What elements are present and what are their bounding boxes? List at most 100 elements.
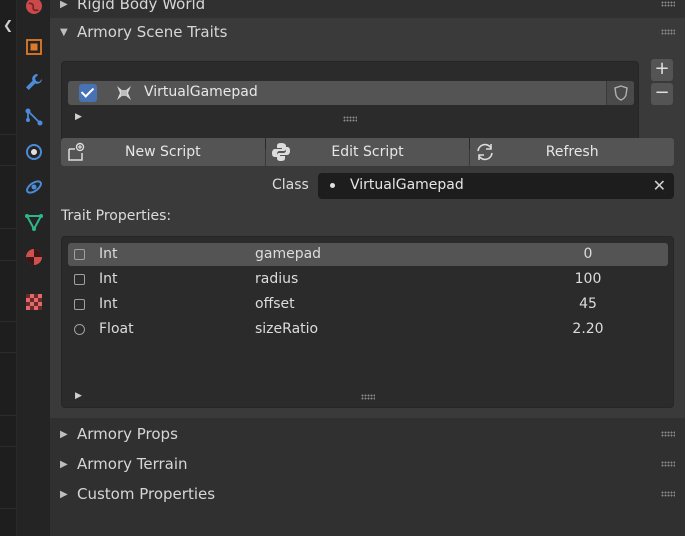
refresh-icon [477,143,494,161]
grid-line [0,134,17,135]
constraint-icon [25,108,43,126]
tab-texture[interactable] [21,289,47,315]
drag-grip-icon[interactable] [661,1,675,7]
tab-data[interactable] [21,209,47,235]
tab-world[interactable] [21,0,47,19]
grid-line [0,165,17,166]
trait-list-item[interactable]: VirtualGamepad [68,81,634,105]
section-title: Custom Properties [77,485,216,503]
property-name: offset [255,296,295,312]
properties-panel: ▶ Rigid Body World ▼ Armory Scene Traits… [50,0,685,536]
int-type-icon [74,274,85,285]
collapse-triangle-icon: ▼ [60,26,68,38]
trait-enabled-checkbox[interactable] [79,84,97,102]
tab-material[interactable] [21,244,47,270]
class-bullet-icon [330,183,335,188]
list-resize-grip-icon[interactable] [360,394,375,400]
property-type: Int [99,246,118,262]
float-type-icon [74,324,85,335]
class-value: VirtualGamepad [350,177,464,193]
section-custom-properties[interactable]: ▶ Custom Properties [50,480,685,508]
expand-triangle-icon: ▶ [60,488,68,500]
property-row[interactable]: Int offset 45 [68,293,668,316]
tab-object[interactable] [21,34,47,60]
property-value[interactable]: 2.20 [538,321,638,337]
wrench-icon [26,74,42,90]
list-expand-triangle-icon[interactable]: ▶ [75,391,82,401]
section-title: Rigid Body World [77,0,206,13]
tab-physics[interactable] [21,139,47,165]
drag-grip-icon[interactable] [661,29,675,35]
property-type: Float [99,321,134,337]
tab-particles[interactable] [21,174,47,200]
property-name: gamepad [255,246,322,262]
properties-tab-strip [17,0,50,536]
python-icon [271,143,290,161]
clear-class-icon[interactable]: ✕ [653,176,666,195]
edit-script-button[interactable]: Edit Script [265,138,470,166]
property-name: radius [255,271,299,287]
trait-properties-list: Int gamepad 0 Int radius 100 Int offset … [61,236,674,408]
grid-line [0,228,17,229]
expand-triangle-icon: ▶ [60,0,68,10]
new-file-icon [68,142,85,161]
gamepad-script-icon [117,86,131,100]
material-icon [26,249,42,265]
new-script-label: New Script [125,144,201,160]
remove-trait-button[interactable]: − [651,83,673,105]
expand-triangle-icon: ▶ [60,428,68,440]
section-title: Armory Terrain [77,455,188,473]
list-resize-grip-icon[interactable] [343,116,357,122]
list-expand-triangle-icon[interactable]: ▶ [75,112,82,122]
grid-line [0,415,17,416]
section-armory-scene-traits[interactable]: ▼ Armory Scene Traits [50,18,685,46]
property-type: Int [99,271,118,287]
property-row[interactable]: Int radius 100 [68,268,668,291]
collapse-chevron-icon[interactable]: ❮ [3,18,13,32]
property-value[interactable]: 45 [538,296,638,312]
trait-list: VirtualGamepad ▶ [61,61,639,149]
int-type-icon [74,299,85,310]
shield-icon [613,85,628,101]
section-title: Armory Props [77,425,178,443]
property-row[interactable]: Int gamepad 0 [68,243,668,266]
grid-line [0,446,17,447]
property-type: Int [99,296,118,312]
refresh-label: Refresh [545,144,599,160]
property-value[interactable]: 100 [538,271,638,287]
property-name: sizeRatio [255,321,319,337]
drag-grip-icon[interactable] [661,431,675,437]
texture-icon [26,294,42,310]
refresh-button[interactable]: Refresh [470,138,675,166]
section-armory-props[interactable]: ▶ Armory Props [50,420,685,448]
section-armory-terrain[interactable]: ▶ Armory Terrain [50,450,685,478]
collapsed-sections: ▶ Armory Props ▶ Armory Terrain ▶ Custom… [50,418,685,536]
world-icon [26,0,42,14]
object-icon [26,39,42,55]
property-value[interactable]: 0 [538,246,638,262]
drag-grip-icon[interactable] [661,491,675,497]
trait-name: VirtualGamepad [144,84,258,100]
grid-line [0,321,17,322]
section-title: Armory Scene Traits [77,23,228,41]
particles-icon [26,180,42,194]
property-row[interactable]: Float sizeRatio 2.20 [68,318,668,341]
class-label: Class [272,177,309,193]
int-type-icon [74,249,85,260]
section-rigid-body-world[interactable]: ▶ Rigid Body World [50,0,685,18]
fake-user-button[interactable] [606,81,634,105]
add-trait-button[interactable]: + [651,59,673,81]
physics-icon [26,144,42,160]
script-button-row: New Script Edit Script Refresh [61,138,675,166]
edit-script-label: Edit Script [331,144,404,160]
editor-gutter: ❮ [0,0,17,536]
data-icon [25,214,43,232]
tab-constraints[interactable] [21,104,47,130]
grid-line [0,508,17,509]
expand-triangle-icon: ▶ [60,458,68,470]
drag-grip-icon[interactable] [661,461,675,467]
grid-line [0,352,17,353]
new-script-button[interactable]: New Script [61,138,265,166]
tab-modifiers[interactable] [21,69,47,95]
class-field[interactable]: VirtualGamepad ✕ [318,173,674,199]
